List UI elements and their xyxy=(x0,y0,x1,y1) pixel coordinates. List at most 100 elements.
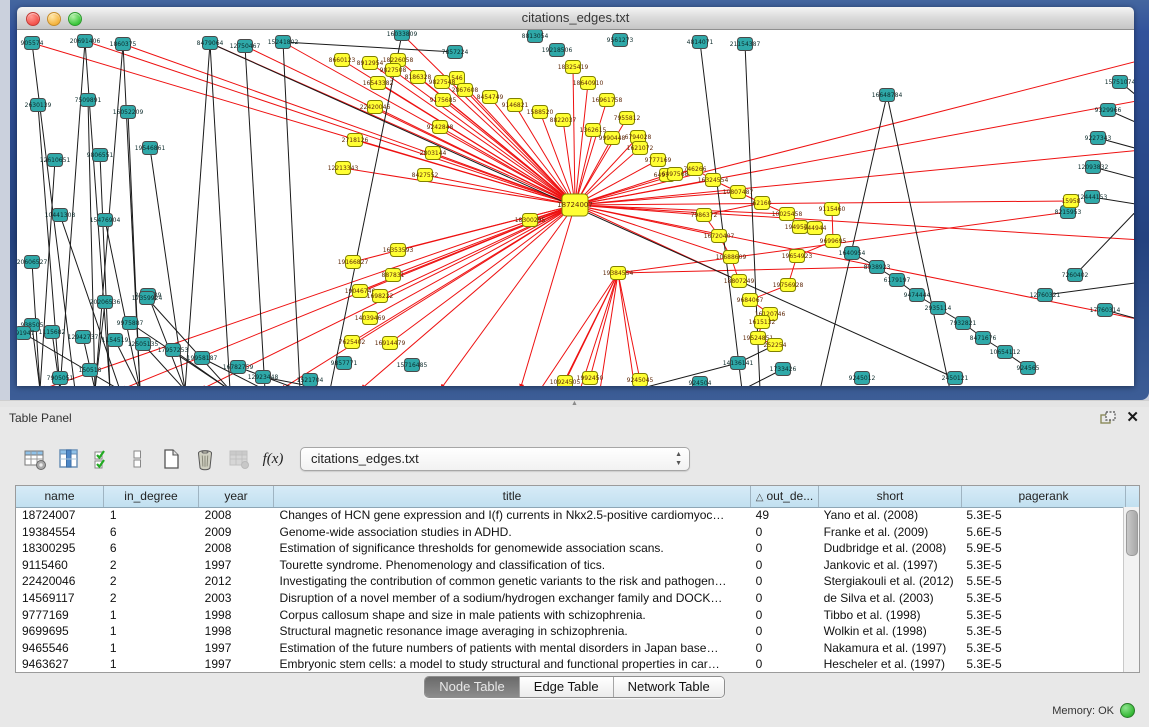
graph-edge[interactable] xyxy=(575,180,713,205)
table-cell[interactable]: Nakamura et al. (1997) xyxy=(818,640,961,657)
graph-edge[interactable] xyxy=(85,41,575,205)
table-cell[interactable]: 1 xyxy=(104,640,199,657)
table-cell[interactable]: 9699695 xyxy=(16,623,104,640)
table-cell[interactable]: 0 xyxy=(750,540,818,557)
table-cell[interactable]: 1 xyxy=(104,507,199,524)
table-cell[interactable]: 5.3E-5 xyxy=(960,640,1124,657)
graph-edge[interactable] xyxy=(283,42,300,386)
column-header-pagerank[interactable]: pagerank xyxy=(962,486,1126,507)
graph-edge[interactable] xyxy=(575,100,607,205)
column-header-name[interactable]: name xyxy=(16,486,104,507)
graph-edge[interactable] xyxy=(575,201,1071,205)
table-cell[interactable]: 0 xyxy=(750,557,818,574)
table-cell[interactable]: 1998 xyxy=(199,623,274,640)
table-cell[interactable]: 6 xyxy=(104,524,199,541)
column-header-title[interactable]: title xyxy=(274,486,751,507)
citation-graph[interactable]: 9055742069140618603758479064127504671524… xyxy=(17,30,1134,386)
table-cell[interactable]: 0 xyxy=(750,590,818,607)
table-cell[interactable]: 5.6E-5 xyxy=(960,524,1124,541)
table-cell[interactable]: 5.5E-5 xyxy=(960,573,1124,590)
table-cell[interactable]: 0 xyxy=(750,640,818,657)
table-cell[interactable]: 9777169 xyxy=(16,607,104,624)
table-row[interactable]: 946362711997Embryonic stem cells: a mode… xyxy=(16,656,1124,672)
graph-edge[interactable] xyxy=(185,43,210,386)
table-cell[interactable]: Jankovic et al. (1997) xyxy=(818,557,961,574)
table-cell[interactable]: Yano et al. (2008) xyxy=(818,507,961,524)
table-cell[interactable]: 6 xyxy=(104,540,199,557)
table-cell[interactable]: 9115460 xyxy=(16,557,104,574)
graph-edge[interactable] xyxy=(283,42,455,52)
function-builder-icon[interactable]: f(x) xyxy=(260,446,286,472)
table-cell[interactable]: 2012 xyxy=(199,573,274,590)
column-header-out_de[interactable]: △out_de... xyxy=(751,486,819,507)
table-cell[interactable]: Disruption of a novel member of a sodium… xyxy=(274,590,750,607)
table-cell[interactable]: 1 xyxy=(104,656,199,672)
table-mode-icon[interactable] xyxy=(22,446,48,472)
float-panel-icon[interactable] xyxy=(1100,411,1116,425)
table-cell[interactable]: de Silva et al. (2003) xyxy=(818,590,961,607)
window-titlebar[interactable]: citations_edges.txt xyxy=(17,7,1134,30)
table-cell[interactable]: 5.3E-5 xyxy=(960,607,1124,624)
table-cell[interactable]: 9463627 xyxy=(16,656,104,672)
table-cell[interactable]: 1997 xyxy=(199,557,274,574)
table-cell[interactable]: 49 xyxy=(750,507,818,524)
table-cell[interactable]: Investigating the contribution of common… xyxy=(274,573,750,590)
table-scrollbar[interactable] xyxy=(1123,507,1139,672)
graph-edge[interactable] xyxy=(83,337,95,386)
table-cell[interactable]: 0 xyxy=(750,623,818,640)
table-cell[interactable]: 22420046 xyxy=(16,573,104,590)
graph-edge[interactable] xyxy=(1075,205,1134,275)
table-cell[interactable]: 2008 xyxy=(199,507,274,524)
table-row[interactable]: 911546021997Tourette syndrome. Phenomeno… xyxy=(16,557,1124,574)
table-cell[interactable]: 2 xyxy=(104,573,199,590)
table-row[interactable]: 2242004622012Investigating the contribut… xyxy=(16,573,1124,590)
row-options-icon[interactable] xyxy=(124,446,150,472)
table-selector-dropdown[interactable]: citations_edges.txt ▲▼ xyxy=(300,447,690,471)
graph-edge[interactable] xyxy=(210,43,230,386)
table-cell[interactable]: Tibbo et al. (1998) xyxy=(818,607,961,624)
table-row[interactable]: 1938455462009Genome-wide association stu… xyxy=(16,524,1124,541)
table-cell[interactable]: 1 xyxy=(104,623,199,640)
table-cell[interactable]: Estimation of significance thresholds fo… xyxy=(274,540,750,557)
delete-column-icon[interactable] xyxy=(192,446,218,472)
table-row[interactable]: 969969511998Structural magnetic resonanc… xyxy=(16,623,1124,640)
column-header-short[interactable]: short xyxy=(819,486,962,507)
import-table-icon[interactable] xyxy=(226,446,252,472)
table-cell[interactable]: 14569117 xyxy=(16,590,104,607)
table-cell[interactable]: 2 xyxy=(104,590,199,607)
table-cell[interactable]: Changes of HCN gene expression and I(f) … xyxy=(274,507,750,524)
table-cell[interactable]: Genome-wide association studies in ADHD. xyxy=(274,524,750,541)
graph-edge[interactable] xyxy=(520,205,575,386)
graph-edge[interactable] xyxy=(540,273,618,386)
graph-edge[interactable] xyxy=(580,273,618,386)
select-columns-icon[interactable] xyxy=(90,446,116,472)
graph-edge[interactable] xyxy=(123,44,575,205)
tab-node-table[interactable]: Node Table xyxy=(425,677,519,697)
graph-edge[interactable] xyxy=(40,160,55,386)
table-row[interactable]: 1830029562008Estimation of significance … xyxy=(16,540,1124,557)
table-cell[interactable]: Tourette syndrome. Phenomenology and cla… xyxy=(274,557,750,574)
table-cell[interactable]: 5.3E-5 xyxy=(960,623,1124,640)
graph-edge[interactable] xyxy=(573,67,575,205)
table-cell[interactable]: Corpus callosum shape and size in male p… xyxy=(274,607,750,624)
table-cell[interactable]: 1997 xyxy=(199,640,274,657)
column-header-year[interactable]: year xyxy=(199,486,274,507)
graph-edge[interactable] xyxy=(575,100,1134,205)
tab-network-table[interactable]: Network Table xyxy=(613,677,724,697)
table-row[interactable]: 1456911722003Disruption of a novel membe… xyxy=(16,590,1124,607)
table-cell[interactable]: 9465546 xyxy=(16,640,104,657)
table-cell[interactable]: 0 xyxy=(750,607,818,624)
table-cell[interactable]: 1998 xyxy=(199,607,274,624)
scrollbar-thumb[interactable] xyxy=(1126,510,1138,556)
table-cell[interactable]: 2 xyxy=(104,557,199,574)
table-cell[interactable]: 1 xyxy=(104,607,199,624)
table-cell[interactable]: 1997 xyxy=(199,656,274,672)
table-cell[interactable]: 2003 xyxy=(199,590,274,607)
table-cell[interactable]: 5.3E-5 xyxy=(960,656,1124,672)
show-columns-icon[interactable] xyxy=(56,446,82,472)
table-cell[interactable]: Stergiakouli et al. (2012) xyxy=(818,573,961,590)
table-cell[interactable]: 18724007 xyxy=(16,507,104,524)
column-header-in_degree[interactable]: in_degree xyxy=(104,486,199,507)
table-cell[interactable]: Wolkin et al. (1998) xyxy=(818,623,961,640)
memory-status-icon[interactable] xyxy=(1120,703,1135,718)
